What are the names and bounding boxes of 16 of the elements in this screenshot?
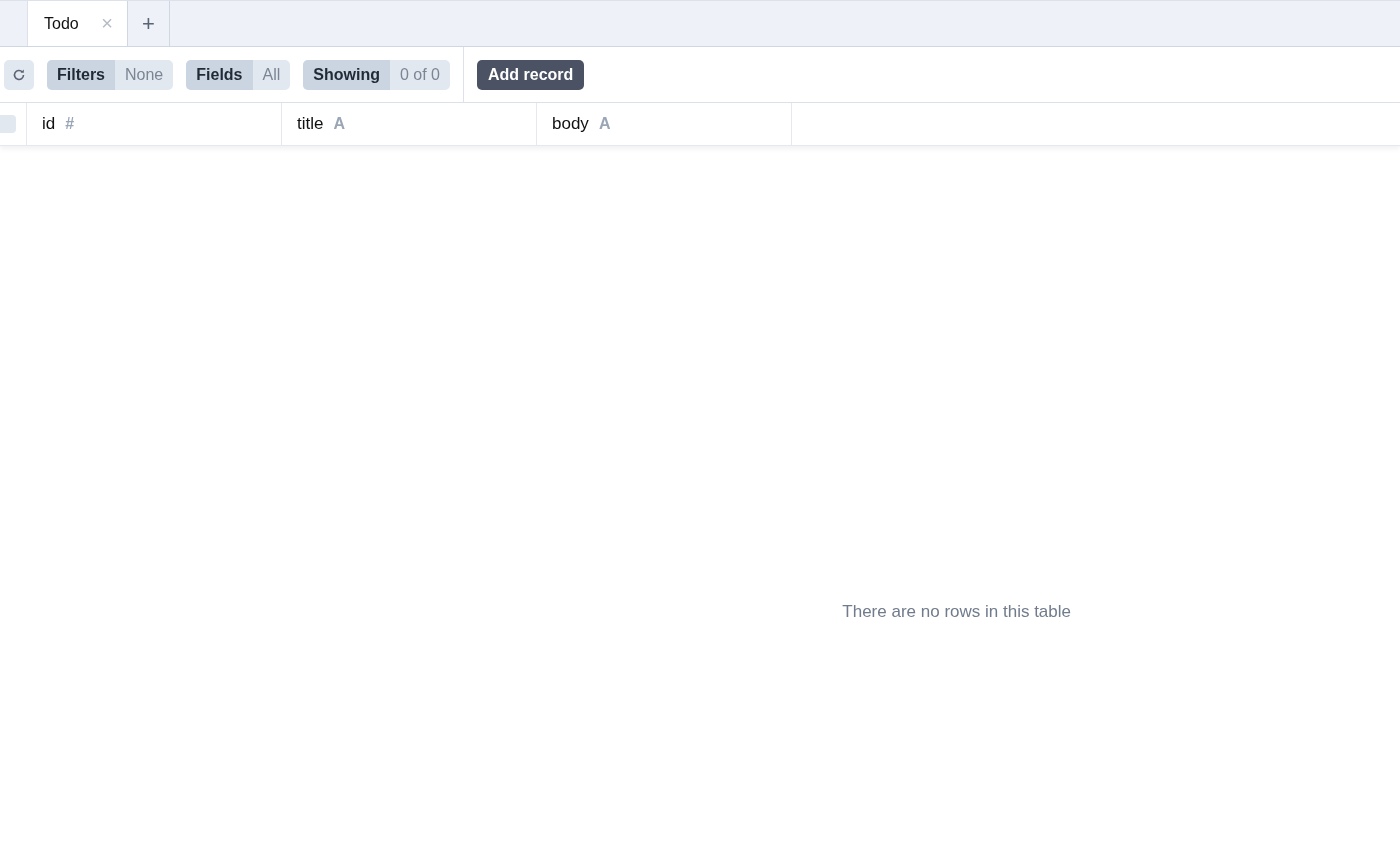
select-all-checkbox[interactable] [0,115,16,133]
refresh-button[interactable] [4,59,34,90]
column-type-glyph: A [333,115,346,133]
refresh-icon [12,67,26,82]
column-type-glyph: A [598,115,611,133]
toolbar-toggle-button[interactable]: Fields All [186,59,291,90]
empty-table-message: There are no rows in this table [842,602,1071,622]
toolbar-toggle-button[interactable]: Filters None [47,59,174,90]
tab[interactable]: Todo × [28,1,128,46]
toolbar-toggle-button[interactable]: Showing 0 of 0 [303,59,450,90]
column-header[interactable]: title [297,114,324,134]
add-record-button[interactable]: Add record [476,59,585,90]
new-tab-button[interactable]: + [128,1,170,46]
column-header[interactable]: id [42,114,56,134]
column-header[interactable]: body [552,114,589,134]
column-type-glyph: # [65,115,75,133]
